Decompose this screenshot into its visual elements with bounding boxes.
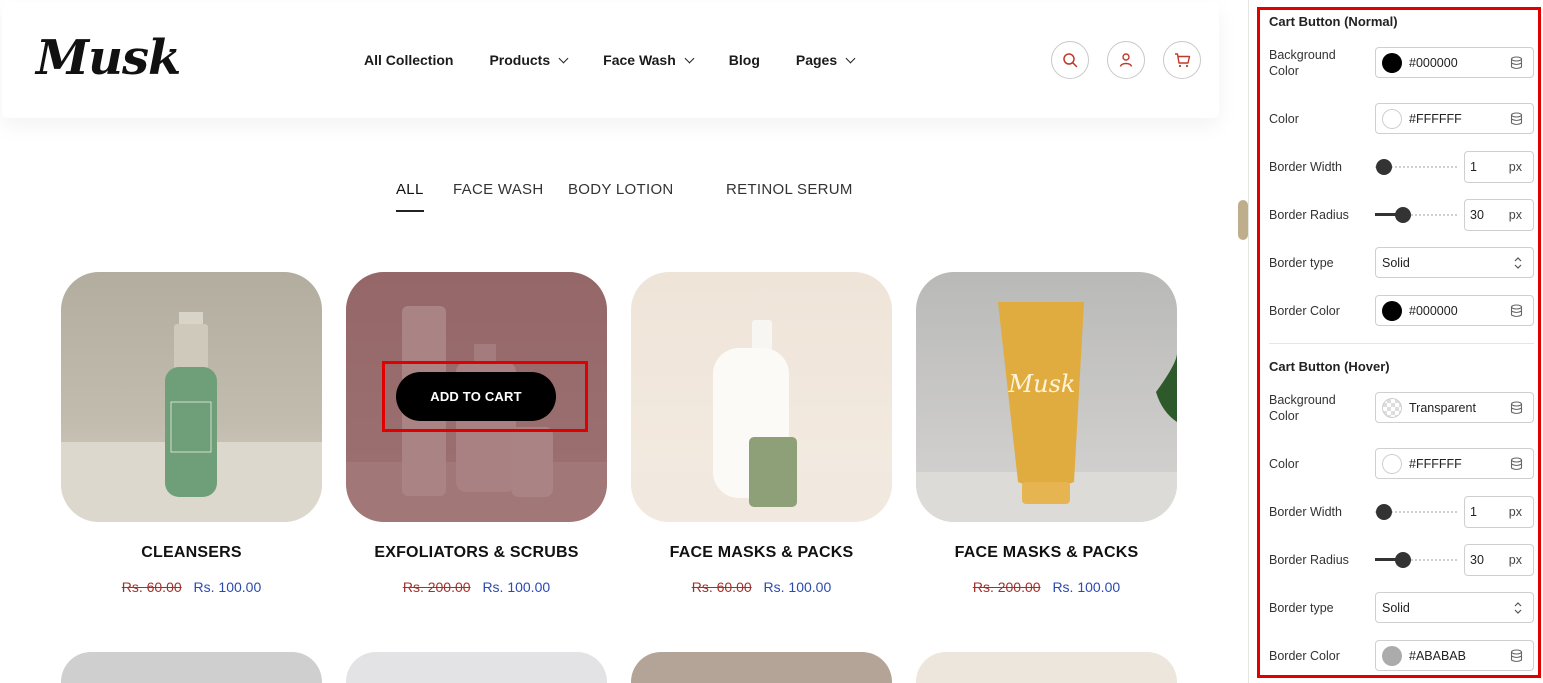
product-card[interactable]: CLEANSERS Rs. 60.00 Rs. 100.00: [61, 272, 322, 595]
site-header: Musk All Collection Products Face Wash B…: [2, 2, 1219, 118]
preview-scrollbar[interactable]: [1238, 200, 1248, 240]
tab-retinol-serum[interactable]: RETINOL SERUM: [726, 181, 853, 198]
old-price: Rs. 200.00: [402, 579, 471, 595]
svg-text:Musk: Musk: [1008, 370, 1076, 398]
cart-button[interactable]: [1163, 41, 1201, 79]
chevron-down-icon: [684, 53, 695, 63]
store-preview: Musk All Collection Products Face Wash B…: [0, 0, 1237, 683]
product-prices: Rs. 200.00 Rs. 100.00: [916, 579, 1177, 595]
bottle-sachet-illustration: [631, 320, 892, 522]
product-prices: Rs. 60.00 Rs. 100.00: [631, 579, 892, 595]
bottle-illustration: [61, 312, 322, 522]
sale-price: Rs. 100.00: [1052, 579, 1121, 595]
old-price: Rs. 200.00: [972, 579, 1041, 595]
search-button[interactable]: [1051, 41, 1089, 79]
product-card[interactable]: FACE MASKS & PACKS Rs. 60.00 Rs. 100.00: [631, 272, 892, 595]
product-prices: Rs. 200.00 Rs. 100.00: [346, 579, 607, 595]
tube-illustration: Musk: [916, 302, 1177, 522]
account-button[interactable]: [1107, 41, 1145, 79]
old-price: Rs. 60.00: [121, 579, 182, 595]
nav-all-collection[interactable]: All Collection: [364, 52, 453, 68]
nav-label: Products: [489, 52, 551, 68]
user-icon: [1119, 53, 1133, 67]
sale-price: Rs. 100.00: [763, 579, 832, 595]
product-card-row2[interactable]: [61, 652, 322, 683]
product-prices: Rs. 60.00 Rs. 100.00: [61, 579, 322, 595]
sale-price: Rs. 100.00: [482, 579, 551, 595]
nav-pages[interactable]: Pages: [795, 52, 856, 68]
search-icon: [1063, 53, 1078, 68]
product-card-row2[interactable]: [916, 652, 1177, 683]
brand-logo[interactable]: Musk: [36, 30, 181, 86]
chevron-down-icon: [845, 53, 856, 63]
nav-label: Blog: [728, 52, 760, 68]
nav-products[interactable]: Products: [489, 52, 569, 68]
nav-face-wash[interactable]: Face Wash: [603, 52, 695, 68]
nav-label: All Collection: [364, 52, 454, 68]
cart-icon: [1174, 53, 1190, 68]
product-card[interactable]: Musk FACE MASKS & PACKS Rs. 200.00 Rs. 1…: [916, 272, 1177, 595]
sale-price: Rs. 100.00: [193, 579, 262, 595]
add-to-cart-highlight: [382, 361, 588, 432]
header-actions: [1051, 41, 1201, 79]
product-image[interactable]: Musk: [916, 272, 1177, 522]
tab-all[interactable]: ALL: [396, 181, 424, 212]
nav-blog[interactable]: Blog: [729, 52, 760, 68]
product-name[interactable]: EXFOLIATORS & SCRUBS: [346, 544, 607, 562]
product-image[interactable]: [631, 272, 892, 522]
product-name[interactable]: FACE MASKS & PACKS: [631, 544, 892, 562]
product-name[interactable]: FACE MASKS & PACKS: [916, 544, 1177, 562]
tab-face-wash[interactable]: FACE WASH: [453, 181, 544, 198]
tab-body-lotion[interactable]: BODY LOTION: [568, 181, 674, 198]
product-image[interactable]: [61, 272, 322, 522]
product-name[interactable]: CLEANSERS: [61, 544, 322, 562]
nav-label: Face Wash: [603, 52, 676, 68]
product-card-row2[interactable]: [346, 652, 607, 683]
chevron-down-icon: [558, 53, 569, 63]
main-nav: All Collection Products Face Wash Blog P…: [364, 52, 890, 68]
product-card-row2[interactable]: [631, 652, 892, 683]
nav-label: Pages: [795, 52, 838, 68]
panel-highlight: [1257, 7, 1541, 678]
old-price: Rs. 60.00: [691, 579, 752, 595]
